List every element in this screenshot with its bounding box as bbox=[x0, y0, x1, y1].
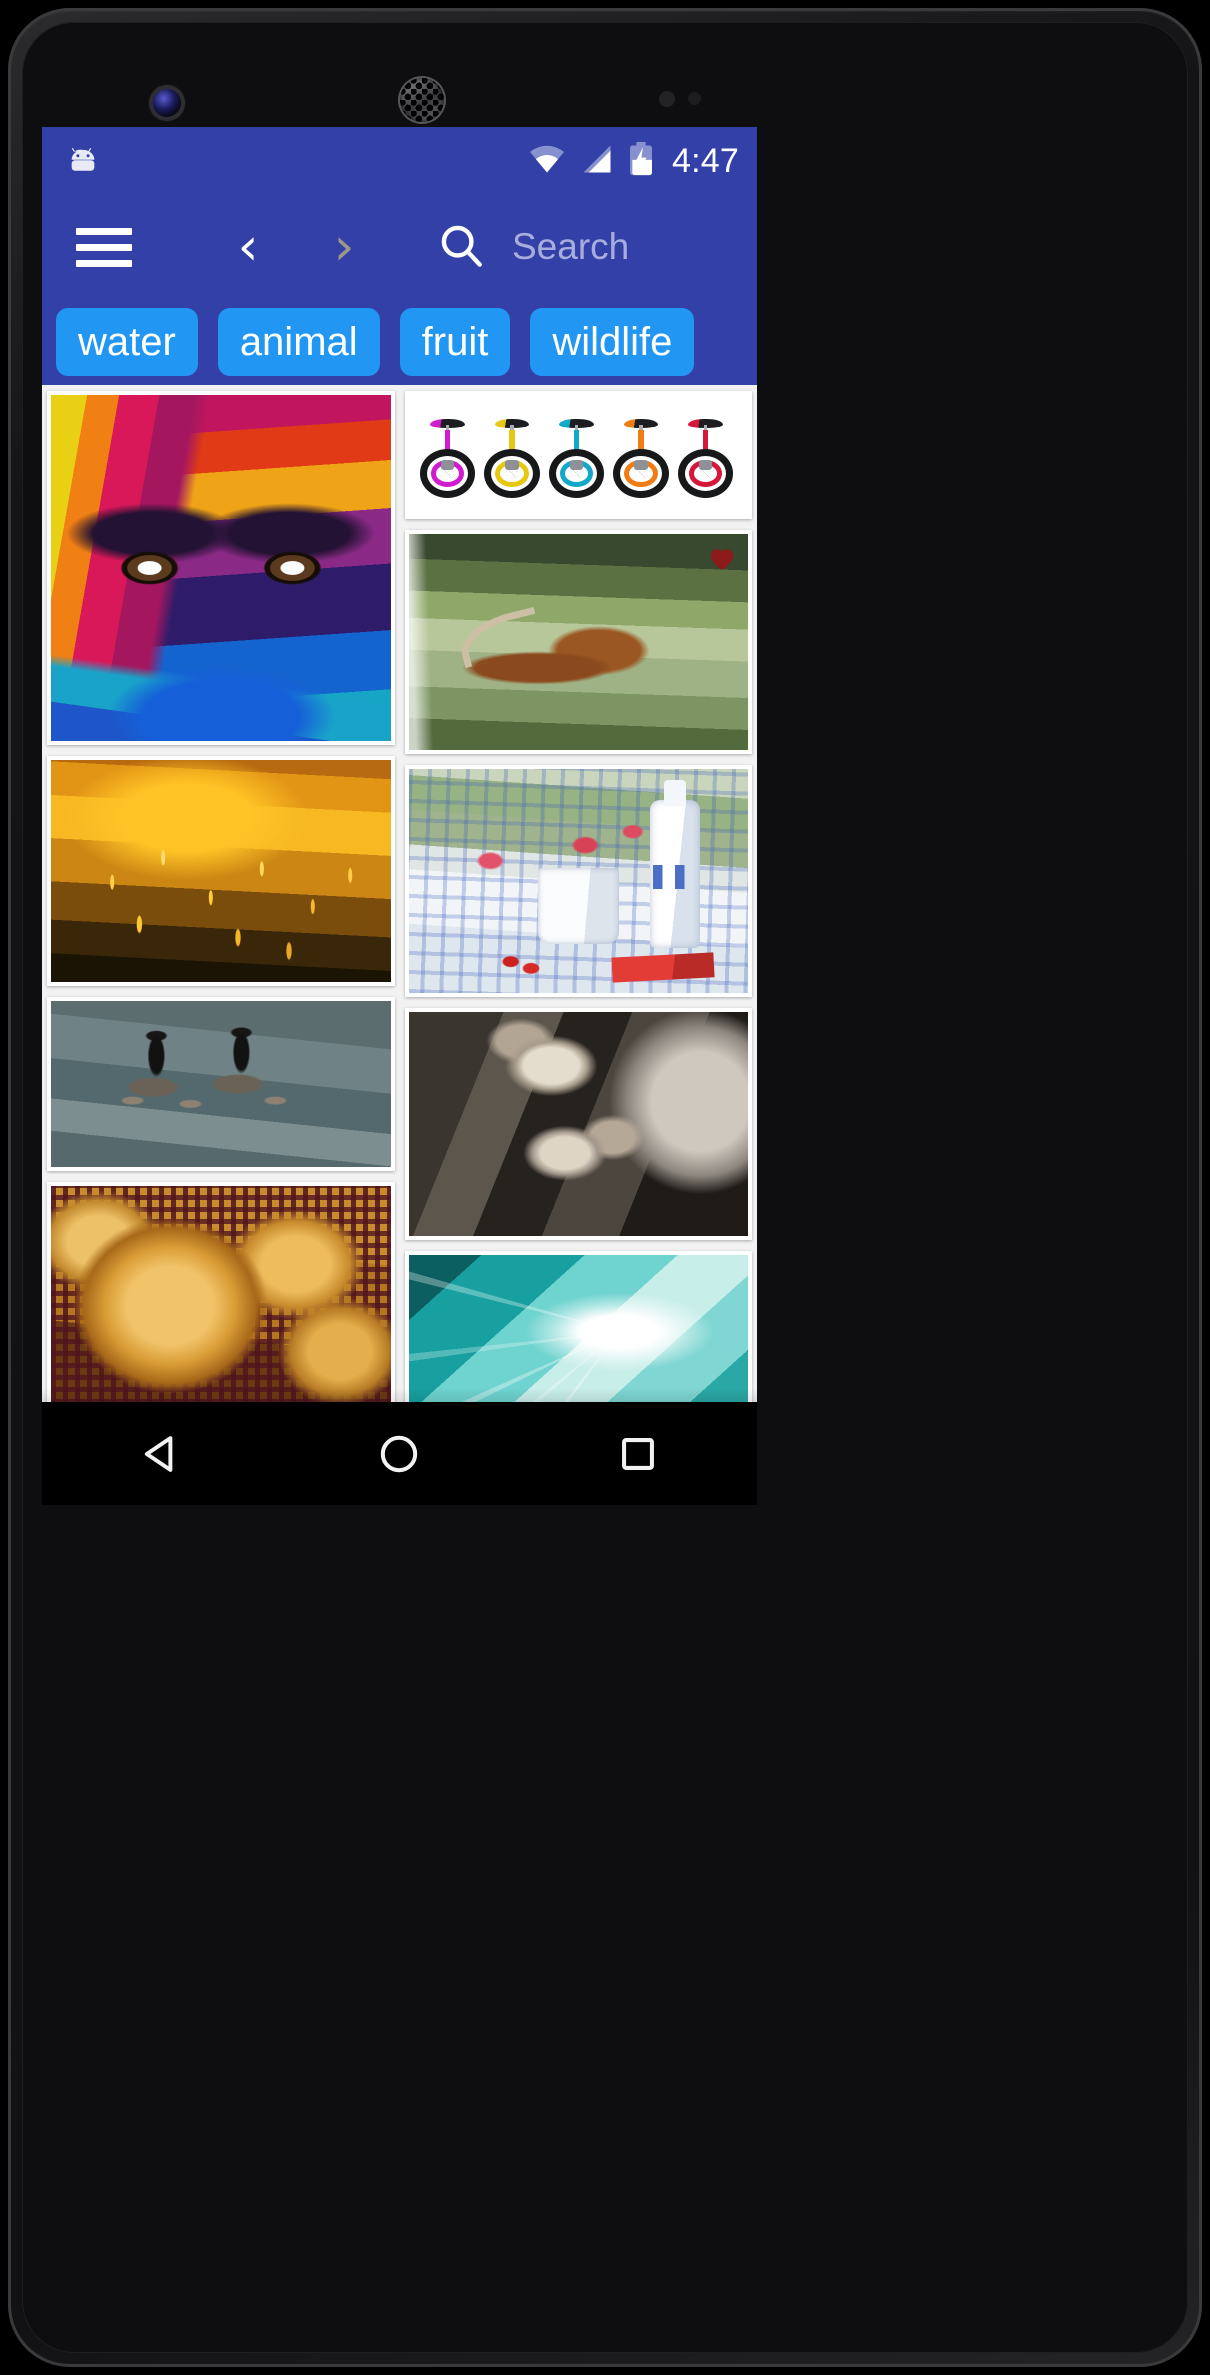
milk-bottle-shape bbox=[649, 779, 701, 949]
menu-bar-3 bbox=[76, 259, 132, 267]
cow-horn-shape bbox=[455, 606, 545, 669]
red-napkin-shape bbox=[611, 952, 715, 983]
cellular-signal-icon bbox=[580, 144, 614, 179]
earpiece-speaker-icon bbox=[400, 78, 444, 122]
wifi-icon bbox=[528, 144, 566, 179]
photo-unicycles-thumb bbox=[408, 395, 748, 515]
photo-light-burst-image bbox=[408, 1255, 748, 1402]
front-camera-icon bbox=[153, 89, 181, 117]
photo-stone-sculpture-image bbox=[408, 1012, 748, 1236]
android-navigation-bar bbox=[42, 1402, 757, 1505]
photo-stone-sculpture[interactable] bbox=[404, 1008, 752, 1240]
square-recents-icon[interactable] bbox=[592, 1408, 684, 1500]
chip-water[interactable]: water bbox=[56, 308, 198, 376]
circle-home-icon[interactable] bbox=[353, 1408, 445, 1500]
forward-chevron-icon[interactable]: › bbox=[314, 217, 374, 277]
berry-pail-shape bbox=[537, 867, 619, 944]
ambient-light-sensor-icon bbox=[688, 92, 701, 105]
photo-golden-grass-image bbox=[51, 760, 391, 982]
photo-golden-grass-thumb bbox=[51, 760, 391, 982]
photo-stone-sculpture-thumb bbox=[408, 1012, 748, 1236]
chip-wildlife[interactable]: wildlife bbox=[530, 308, 695, 376]
photo-geese-thumb bbox=[51, 1001, 391, 1167]
photo-highland-cow-image bbox=[408, 534, 748, 750]
menu-bar-1 bbox=[76, 227, 132, 235]
unicycle-red bbox=[677, 419, 735, 499]
photo-highland-cow-thumb bbox=[408, 534, 748, 750]
hamburger-menu-icon[interactable] bbox=[76, 219, 132, 275]
photo-face-paint[interactable] bbox=[47, 391, 395, 745]
image-results-grid[interactable] bbox=[42, 385, 757, 1402]
photo-face-paint-thumb bbox=[51, 395, 391, 741]
unicycle-orange bbox=[612, 419, 670, 499]
android-logo-icon bbox=[66, 142, 100, 181]
chip-animal[interactable]: animal bbox=[217, 308, 380, 376]
unicycle-cyan bbox=[548, 419, 606, 499]
unicycle-yellow bbox=[483, 419, 541, 499]
photo-bread-rolls-thumb bbox=[51, 1186, 391, 1402]
unicycle-magenta bbox=[419, 419, 477, 499]
photo-geese-image bbox=[51, 1001, 391, 1167]
photo-bread-rolls-image bbox=[51, 1186, 391, 1402]
battery-charging-icon bbox=[628, 141, 654, 181]
search-input[interactable] bbox=[512, 226, 757, 268]
chip-fruit[interactable]: fruit bbox=[399, 308, 511, 376]
heart-icon[interactable] bbox=[706, 542, 738, 574]
status-bar-clock: 4:47 bbox=[672, 142, 739, 180]
photo-unicycles[interactable] bbox=[404, 391, 752, 519]
tag-chips-bar: water animal fruit wildlife bbox=[42, 299, 757, 385]
proximity-sensor-icon bbox=[659, 91, 675, 107]
triangle-back-icon[interactable] bbox=[115, 1408, 207, 1500]
grid-column-left bbox=[42, 385, 400, 1402]
phone-screen: 4:47 ‹ › water animal fruit wildlife bbox=[42, 127, 757, 1402]
photo-strawberry-milk[interactable] bbox=[404, 765, 752, 997]
photo-light-burst-thumb bbox=[408, 1255, 748, 1402]
search-icon[interactable] bbox=[436, 220, 486, 275]
menu-bar-2 bbox=[76, 243, 132, 251]
app-toolbar: ‹ › bbox=[42, 195, 757, 299]
photo-highland-cow[interactable] bbox=[404, 530, 752, 754]
status-bar: 4:47 bbox=[42, 127, 757, 195]
photo-unicycles-image bbox=[408, 395, 748, 515]
photo-strawberry-milk-thumb bbox=[408, 769, 748, 993]
photo-strawberry-milk-image bbox=[408, 769, 748, 993]
grid-column-right bbox=[400, 385, 758, 1402]
photo-face-paint-image bbox=[51, 395, 391, 741]
photo-golden-grass[interactable] bbox=[47, 756, 395, 986]
photo-light-burst[interactable] bbox=[404, 1251, 752, 1402]
photo-geese[interactable] bbox=[47, 997, 395, 1171]
back-chevron-icon[interactable]: ‹ bbox=[218, 217, 278, 277]
photo-bread-rolls[interactable] bbox=[47, 1182, 395, 1402]
